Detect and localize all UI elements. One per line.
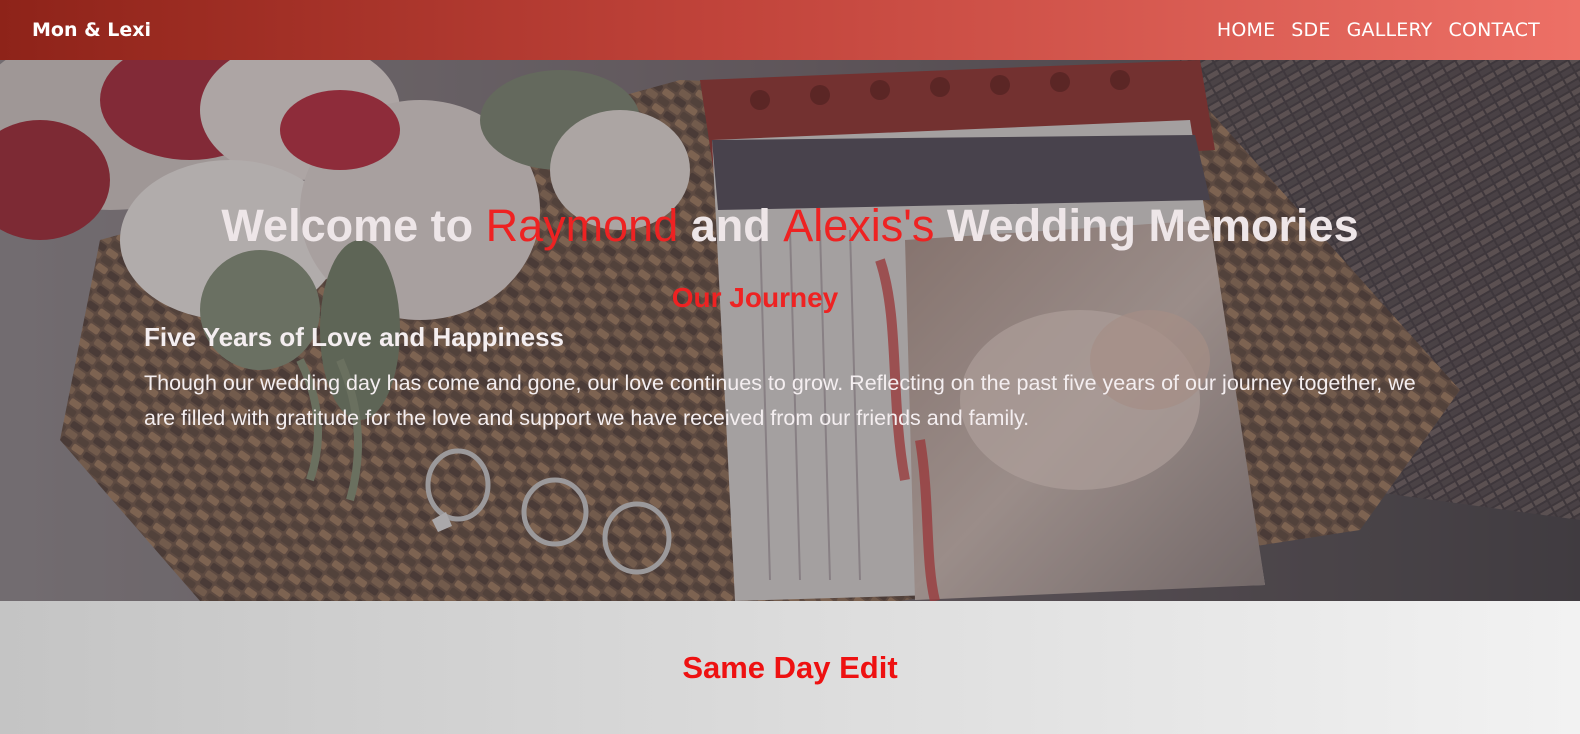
title-and: and: [678, 200, 784, 251]
nav-link-gallery[interactable]: GALLERY: [1347, 19, 1433, 41]
title-prefix: Welcome to: [221, 200, 486, 251]
title-name-alexis: Alexis's: [783, 200, 935, 251]
journey-heading: Our Journey: [671, 282, 839, 313]
nav-link-sde[interactable]: SDE: [1291, 19, 1330, 41]
hero-section: Welcome to Raymond and Alexis's Wedding …: [0, 60, 1580, 601]
nav-link-contact[interactable]: CONTACT: [1448, 19, 1540, 41]
sde-heading: Same Day Edit: [682, 650, 898, 685]
hero-title: Welcome to Raymond and Alexis's Wedding …: [0, 200, 1580, 252]
title-name-raymond: Raymond: [485, 200, 679, 251]
brand-logo[interactable]: Mon & Lexi: [32, 19, 151, 41]
story-paragraph: Though our wedding day has come and gone…: [144, 371, 1416, 430]
title-suffix: Wedding Memories: [934, 200, 1359, 251]
story-subtitle: Five Years of Love and Happiness: [144, 322, 565, 352]
nav-links: HOME SDE GALLERY CONTACT: [1217, 19, 1540, 41]
sde-section: Same Day Edit: [0, 601, 1580, 734]
navbar: Mon & Lexi HOME SDE GALLERY CONTACT: [0, 0, 1580, 60]
nav-link-home[interactable]: HOME: [1217, 19, 1275, 41]
